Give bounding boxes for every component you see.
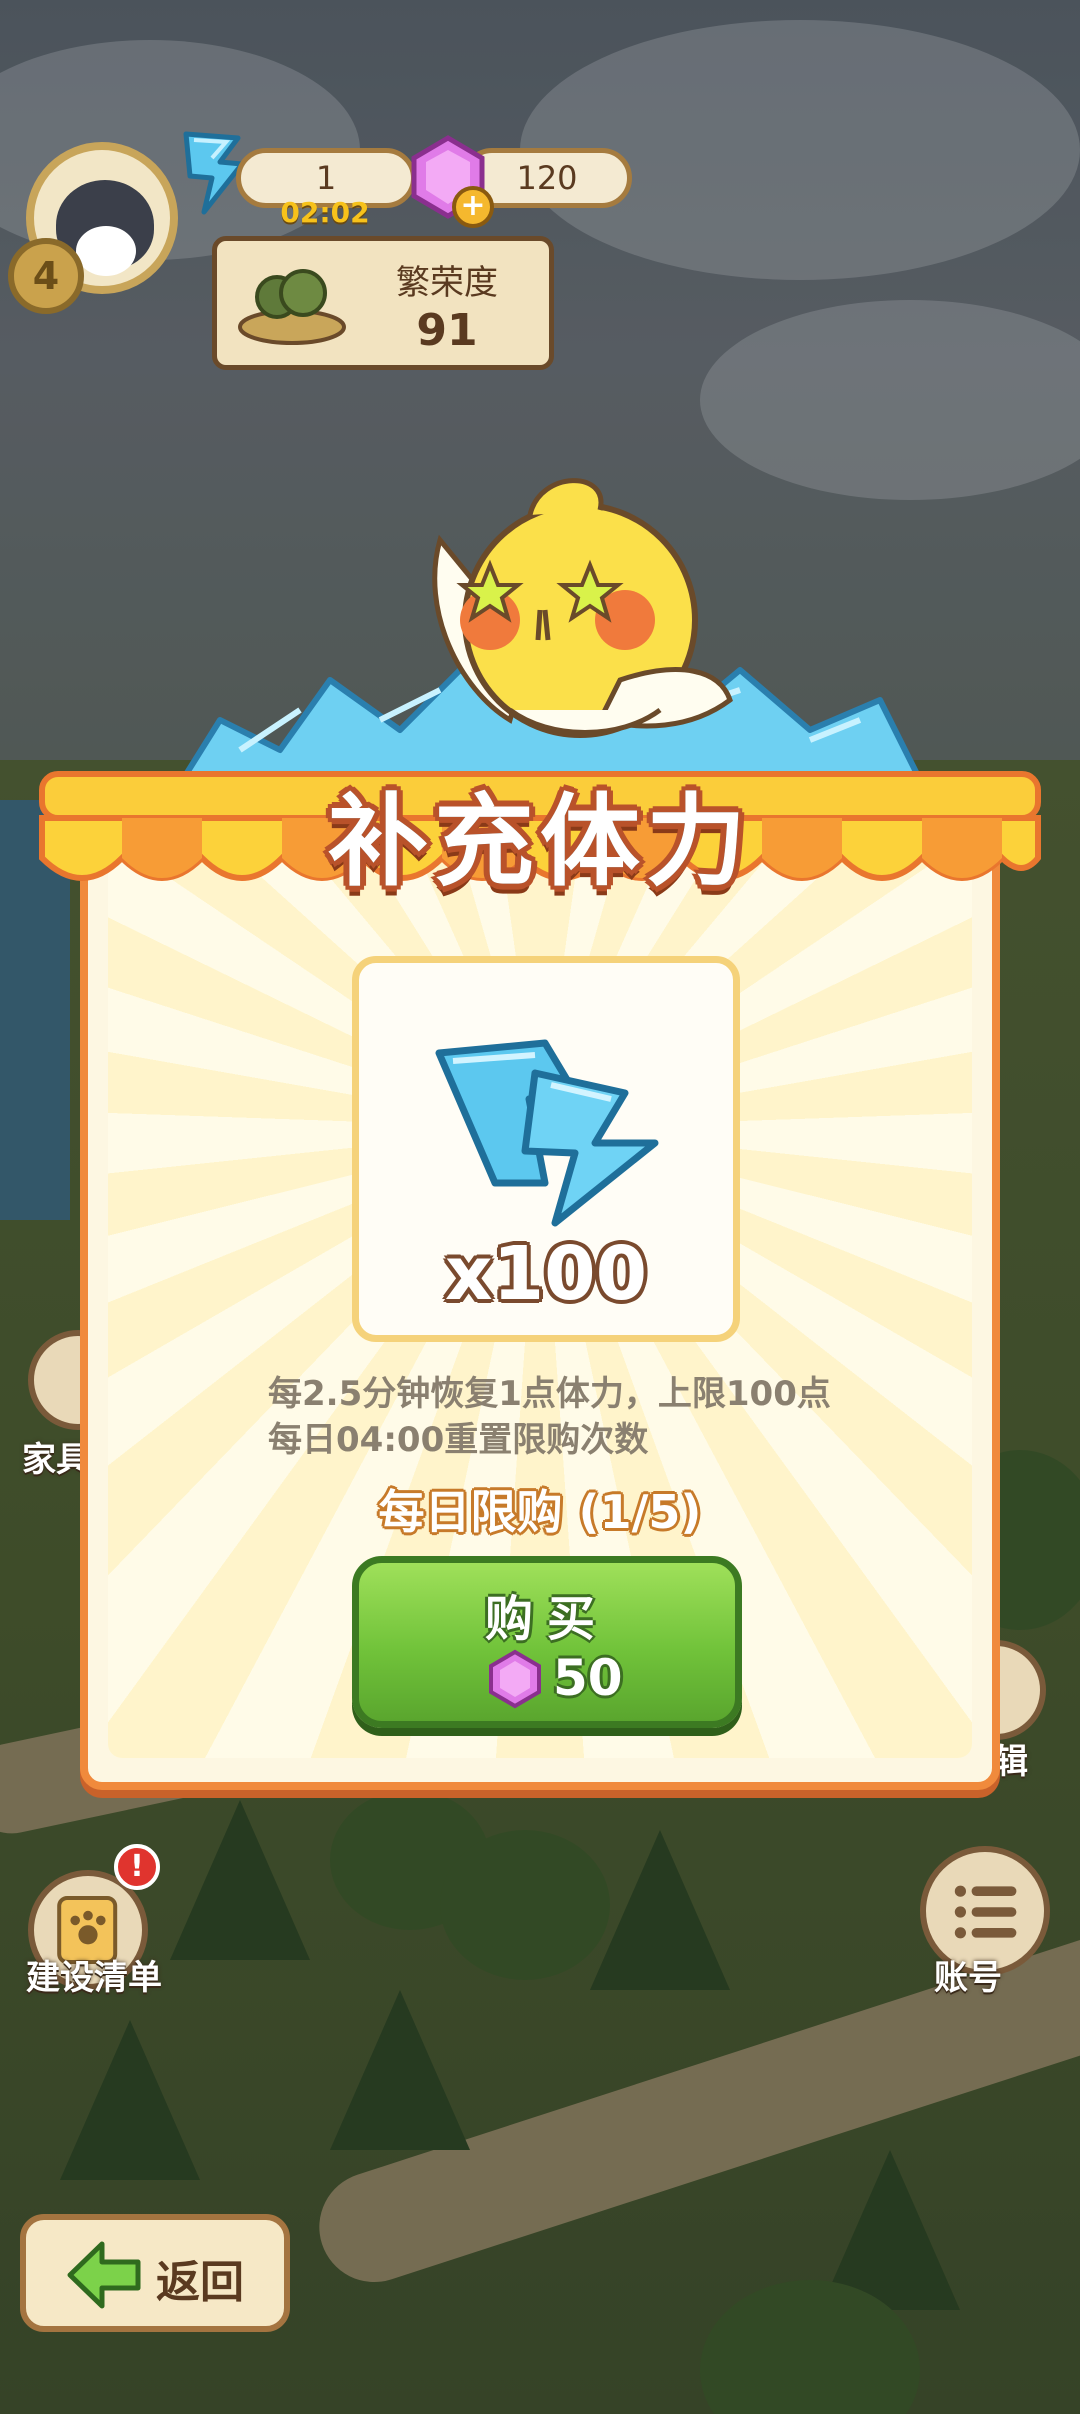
build-list-label: 建设清单 <box>26 1958 162 1998</box>
player-level-badge: 4 <box>8 238 84 314</box>
prosperity-panel[interactable]: 繁荣度 91 <box>212 236 554 370</box>
buy-label: 购买 <box>484 1591 609 1647</box>
prosperity-value: 91 <box>416 305 478 356</box>
cockatiel-mascot <box>432 478 733 738</box>
back-label: 返回 <box>156 2257 244 2308</box>
prosperity-label: 繁荣度 <box>396 263 498 303</box>
account-label: 账号 <box>934 1958 1002 1998</box>
item-quantity: x100 <box>444 1231 648 1317</box>
buy-price: 50 <box>553 1649 623 1707</box>
list-icon <box>954 1885 1017 1939</box>
description-recovery: 每2.5分钟恢复1点体力，上限100点 <box>268 1374 831 1414</box>
buy-button[interactable]: 购买 50 <box>352 1556 742 1728</box>
daily-limit: 每日限购 (1/5) <box>378 1485 702 1539</box>
build-list-alert-badge: ! <box>114 1844 160 1890</box>
dialog-title: 补充体力 <box>328 783 752 900</box>
gem-icon <box>489 1649 541 1709</box>
back-arrow-icon <box>67 2241 141 2309</box>
add-gems-button[interactable]: + <box>452 186 494 228</box>
energy-timer: 02:02 <box>280 196 370 229</box>
energy-bolt-icon <box>435 1039 659 1227</box>
back-button[interactable]: 返回 <box>20 2214 290 2332</box>
cat-avatar-face <box>76 226 136 276</box>
description-reset: 每日04:00重置限购次数 <box>268 1420 649 1460</box>
item-card: x100 <box>352 956 740 1342</box>
plant-icon <box>238 269 346 345</box>
